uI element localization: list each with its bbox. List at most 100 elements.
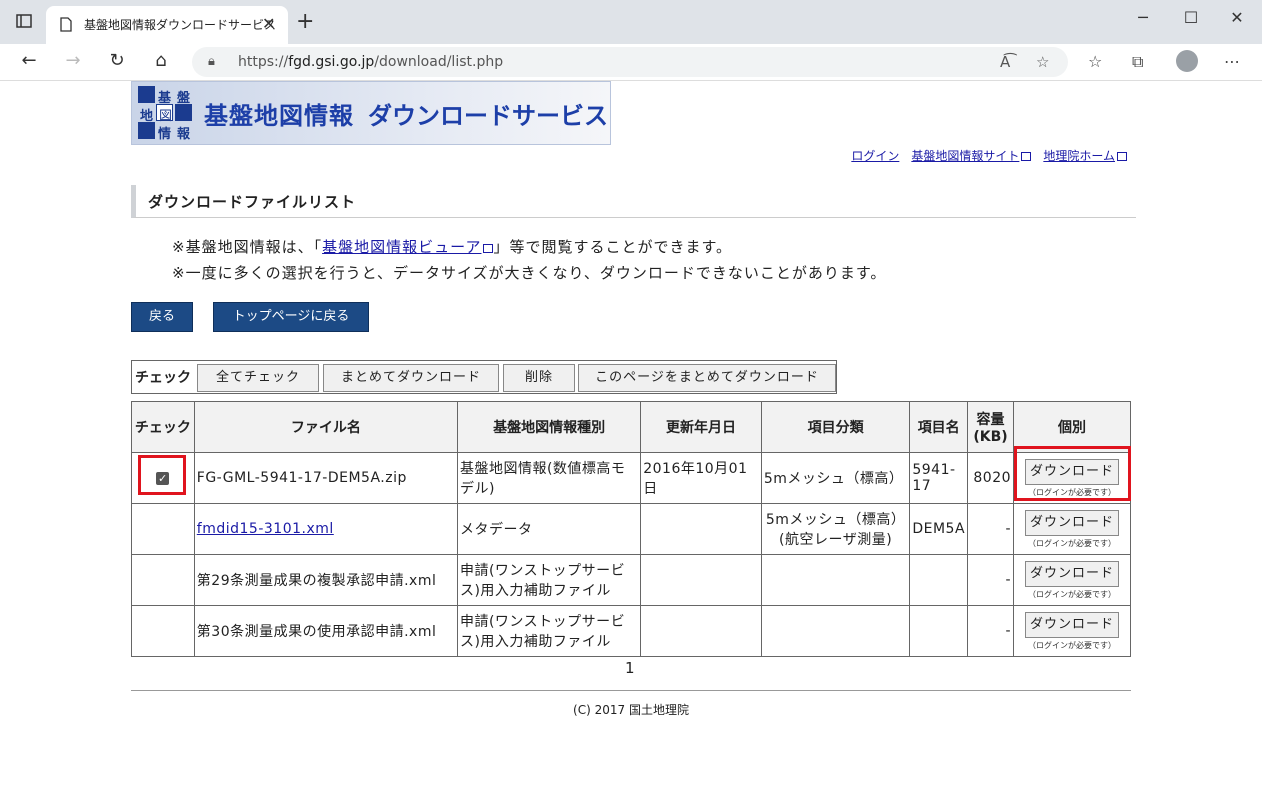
tab-actions-icon[interactable]	[16, 14, 32, 28]
browser-toolbar: ← → ↻ ⌂ 🔒︎ https://fgd.gsi.go.jp/downloa…	[0, 44, 1262, 81]
logo-char: 図	[159, 109, 173, 124]
size-cell: -	[967, 605, 1015, 657]
download-cell: ダウンロード （ログインが必要です）	[1013, 503, 1131, 555]
logo: 基 盤 地 図 情 報	[138, 86, 194, 142]
footer-divider	[131, 690, 1131, 691]
forward-icon[interactable]: →	[60, 50, 86, 71]
add-favorite-icon[interactable]: ☆	[1036, 53, 1049, 71]
login-required-note: （ログインが必要です）	[1028, 589, 1117, 599]
tab-title: 基盤地図情報ダウンロードサービス	[84, 18, 277, 32]
table-row: 第30条測量成果の使用承認申請.xml 申請(ワンストップサービス)用入力補助フ…	[131, 605, 1131, 657]
size-cell: 8020	[967, 452, 1015, 504]
download-cell: ダウンロード （ログインが必要です）	[1013, 605, 1131, 657]
metadata-file-link[interactable]: fmdid15-3101.xml	[197, 521, 334, 537]
type-cell: 申請(ワンストップサービス)用入力補助ファイル	[456, 605, 642, 657]
date-cell	[640, 503, 762, 555]
top-page-button[interactable]: トップページに戻る	[213, 302, 369, 332]
logo-char: 報	[177, 127, 191, 142]
download-button[interactable]: ダウンロード	[1025, 509, 1120, 536]
refresh-icon[interactable]: ↻	[104, 50, 130, 71]
favorites-icon[interactable]: ☆	[1088, 52, 1102, 71]
banner-subtitle: ダウンロードサービス	[368, 102, 608, 130]
browser-tab[interactable]: 基盤地図情報ダウンロードサービス ✕	[46, 6, 288, 44]
date-cell: 2016年10月01日	[640, 452, 762, 504]
login-required-note: （ログインが必要です）	[1028, 538, 1117, 548]
maximize-icon[interactable]: ☐	[1176, 8, 1206, 27]
filename-cell: 第29条測量成果の複製承認申請.xml	[193, 554, 458, 606]
page-download-button[interactable]: このページをまとめてダウンロード	[578, 364, 836, 392]
viewer-link[interactable]: 基盤地図情報ビューア	[322, 238, 494, 256]
page-icon	[60, 17, 72, 32]
back-button[interactable]: 戻る	[131, 302, 193, 332]
pager[interactable]: 1	[625, 659, 635, 677]
filename-cell: fmdid15-3101.xml	[193, 503, 458, 555]
close-icon[interactable]: ✕	[262, 14, 275, 33]
header-links: ログイン 基盤地図情報サイト 地理院ホーム	[839, 147, 1127, 164]
table-header-row: チェック ファイル名 基盤地図情報種別 更新年月日 項目分類 項目名 容量(KB…	[131, 401, 1131, 453]
date-cell	[640, 554, 762, 606]
section-title: ダウンロードファイルリスト	[148, 193, 357, 211]
external-link-icon	[1117, 152, 1127, 161]
action-bar: チェック 全てチェック まとめてダウンロード 削除 このページをまとめてダウンロ…	[131, 360, 837, 394]
gsi-home-link[interactable]: 地理院ホーム	[1043, 149, 1127, 163]
section-header: ダウンロードファイルリスト	[131, 185, 1136, 218]
new-tab-icon[interactable]: +	[296, 11, 314, 33]
check-all-button[interactable]: 全てチェック	[197, 364, 319, 392]
col-header: 個別	[1013, 401, 1131, 453]
external-link-icon	[1021, 152, 1032, 161]
item-cell	[909, 605, 969, 657]
size-cell: -	[967, 554, 1015, 606]
col-header: 基盤地図情報種別	[456, 401, 642, 453]
col-header: 項目名	[909, 401, 969, 453]
col-header: ファイル名	[193, 401, 458, 453]
col-header: チェック	[131, 401, 195, 453]
table-row: fmdid15-3101.xml メタデータ 5mメッシュ（標高）(航空レーザ測…	[131, 503, 1131, 555]
browser-titlebar: 基盤地図情報ダウンロードサービス ✕ + ─ ☐ ✕	[0, 0, 1262, 44]
type-cell: 申請(ワンストップサービス)用入力補助ファイル	[456, 554, 642, 606]
col-header: 項目分類	[760, 401, 911, 453]
read-aloud-icon[interactable]: A͡	[1000, 53, 1010, 71]
col-header: 容量(KB)	[967, 401, 1015, 453]
filename-cell: 第30条測量成果の使用承認申請.xml	[193, 605, 458, 657]
note-viewer: ※基盤地図情報は、「基盤地図情報ビューア 」等で閲覧することができます。	[172, 238, 732, 256]
profile-avatar[interactable]	[1176, 50, 1198, 72]
bulk-download-button[interactable]: まとめてダウンロード	[323, 364, 499, 392]
date-cell	[640, 605, 762, 657]
banner-title: 基盤地図情報	[204, 102, 354, 130]
site-banner[interactable]: 基 盤 地 図 情 報 基盤地図情報 ダウンロードサービス	[131, 81, 611, 145]
item-cell: DEM5A	[909, 503, 969, 555]
close-window-icon[interactable]: ✕	[1222, 8, 1252, 27]
copyright: (C) 2017 国土地理院	[573, 703, 689, 717]
more-menu-icon[interactable]: ⋯	[1224, 52, 1240, 71]
table-row: ✓ FG-GML-5941-17-DEM5A.zip 基盤地図情報(数値標高モデ…	[131, 452, 1131, 504]
home-icon[interactable]: ⌂	[148, 50, 174, 71]
address-bar[interactable]: 🔒︎ https://fgd.gsi.go.jp/download/list.p…	[192, 47, 1068, 77]
actionbar-label: チェック	[135, 370, 191, 386]
gsi-site-link[interactable]: 基盤地図情報サイト	[911, 149, 1032, 163]
download-cell: ダウンロード （ログインが必要です）	[1013, 554, 1131, 606]
delete-button[interactable]: 削除	[503, 364, 575, 392]
back-icon[interactable]: ←	[16, 50, 42, 71]
lock-icon[interactable]: 🔒︎	[208, 54, 215, 69]
highlight-checkbox	[138, 455, 186, 495]
item-cell: 5941-17	[909, 452, 969, 504]
minimize-icon[interactable]: ─	[1128, 8, 1158, 27]
external-link-icon	[483, 244, 494, 253]
size-cell: -	[967, 503, 1015, 555]
item-cell	[909, 554, 969, 606]
category-cell	[760, 605, 911, 657]
page-content: 基 盤 地 図 情 報 基盤地図情報 ダウンロードサービス ログイン 基盤地図情報…	[0, 81, 1262, 806]
note-size-warning: ※一度に多くの選択を行うと、データサイズが大きくなり、ダウンロードできないことが…	[172, 264, 887, 282]
login-link[interactable]: ログイン	[851, 149, 899, 163]
download-button[interactable]: ダウンロード	[1025, 611, 1120, 638]
table-row: 第29条測量成果の複製承認申請.xml 申請(ワンストップサービス)用入力補助フ…	[131, 554, 1131, 606]
check-cell	[131, 554, 195, 606]
url-text[interactable]: https://fgd.gsi.go.jp/download/list.php	[238, 54, 503, 70]
check-cell	[131, 503, 195, 555]
collections-icon[interactable]: ⧉	[1132, 52, 1143, 72]
logo-char: 情	[158, 127, 172, 142]
check-cell	[131, 605, 195, 657]
category-cell	[760, 554, 911, 606]
category-cell: 5mメッシュ（標高）	[760, 452, 911, 504]
download-button[interactable]: ダウンロード	[1025, 560, 1120, 587]
